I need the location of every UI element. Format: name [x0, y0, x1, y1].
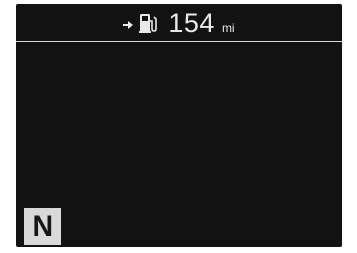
display-frame: 154 mi N [0, 0, 357, 253]
fuel-pump-icon [138, 12, 158, 34]
top-divider [16, 41, 342, 42]
range-bar: 154 mi [16, 4, 342, 42]
gear-label: N [32, 209, 53, 243]
gear-indicator: N [24, 208, 61, 245]
arrow-right-icon [123, 18, 134, 30]
cluster-screen: 154 mi N [16, 4, 342, 247]
range-value: 154 [168, 7, 215, 38]
range-unit: mi [221, 21, 235, 35]
